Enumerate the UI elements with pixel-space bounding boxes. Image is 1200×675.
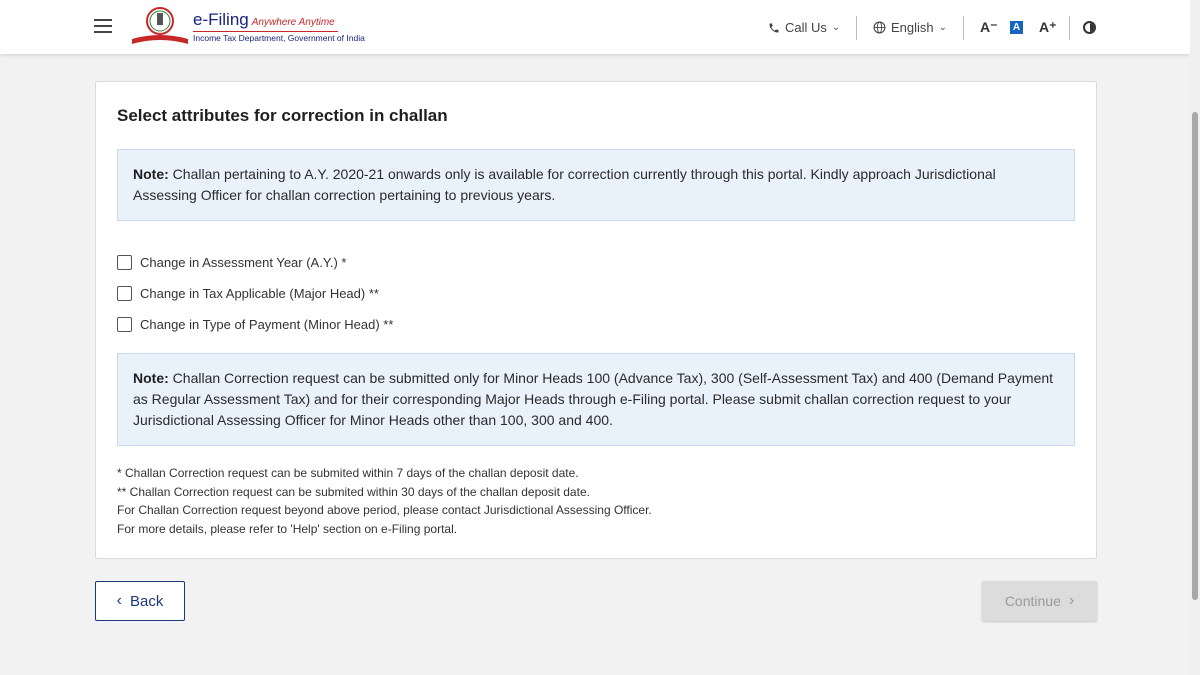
phone-icon (769, 23, 779, 32)
back-button[interactable]: ‹ Back (95, 581, 185, 621)
checkbox-label[interactable]: Change in Assessment Year (A.Y.) * (140, 255, 346, 270)
font-decrease-button[interactable]: A⁻ (980, 19, 998, 36)
brand-subtitle: Income Tax Department, Government of Ind… (193, 33, 365, 43)
note-label: Note: (133, 370, 169, 386)
checkbox-change-minor-head[interactable]: Change in Type of Payment (Minor Head) *… (117, 309, 393, 340)
continue-button[interactable]: Continue › (982, 581, 1097, 621)
footnotes: * Challan Correction request can be subm… (117, 464, 652, 538)
chevron-down-icon: ⌄ (831, 22, 841, 33)
note-box-minor-heads: Note: Challan Correction request can be … (117, 353, 1075, 446)
chevron-right-icon: › (1068, 592, 1075, 609)
brand-title: e-Filing (193, 10, 249, 29)
checkbox-box[interactable] (117, 255, 132, 270)
checkbox-change-assessment-year[interactable]: Change in Assessment Year (A.Y.) * (117, 247, 393, 278)
checkbox-change-major-head[interactable]: Change in Tax Applicable (Major Head) ** (117, 278, 393, 309)
checkbox-box[interactable] (117, 317, 132, 332)
font-normal-button[interactable]: A (1010, 21, 1023, 34)
hamburger-menu-icon[interactable] (94, 19, 112, 33)
call-us-label: Call Us (785, 20, 827, 35)
call-us-menu[interactable]: Call Us ⌄ (768, 20, 840, 35)
note-label: Note: (133, 166, 169, 182)
language-select[interactable]: English ⌄ (873, 20, 947, 35)
page-title: Select attributes for correction in chal… (117, 106, 448, 125)
back-button-label: Back (129, 592, 164, 610)
scrollbar-thumb[interactable] (1192, 112, 1198, 600)
brand-divider (193, 31, 338, 32)
note-text: Challan pertaining to A.Y. 2020-21 onwar… (133, 166, 996, 203)
footnote-line: * Challan Correction request can be subm… (117, 466, 579, 480)
header-divider (1069, 16, 1070, 40)
attribute-checkbox-group: Change in Assessment Year (A.Y.) * Chang… (117, 247, 393, 340)
chevron-down-icon: ⌄ (938, 22, 948, 33)
checkbox-label[interactable]: Change in Type of Payment (Minor Head) *… (140, 317, 393, 332)
brand-block[interactable]: e-Filing Anywhere Anytime Income Tax Depa… (193, 10, 365, 43)
font-increase-button[interactable]: A⁺ (1039, 19, 1057, 36)
top-header: e-Filing Anywhere Anytime Income Tax Depa… (0, 0, 1190, 54)
header-divider (856, 16, 857, 40)
challan-correction-card: Select attributes for correction in chal… (95, 81, 1097, 559)
globe-icon (873, 21, 886, 34)
checkbox-box[interactable] (117, 286, 132, 301)
contrast-toggle-icon[interactable] (1083, 21, 1096, 34)
note-box-ay: Note: Challan pertaining to A.Y. 2020-21… (117, 149, 1075, 221)
checkbox-label[interactable]: Change in Tax Applicable (Major Head) ** (140, 286, 379, 301)
header-divider (963, 16, 964, 40)
footnote-line: ** Challan Correction request can be sub… (117, 484, 590, 499)
income-tax-logo[interactable] (130, 5, 190, 47)
note-text: Challan Correction request can be submit… (133, 370, 1054, 428)
language-label: English (891, 20, 934, 35)
footnote-line: For more details, please refer to 'Help'… (117, 521, 458, 536)
brand-tagline: Anywhere Anytime (251, 17, 335, 28)
continue-button-label: Continue (1004, 593, 1061, 609)
footnote-line: For Challan Correction request beyond ab… (117, 503, 652, 518)
chevron-left-icon: ‹ (116, 592, 122, 609)
